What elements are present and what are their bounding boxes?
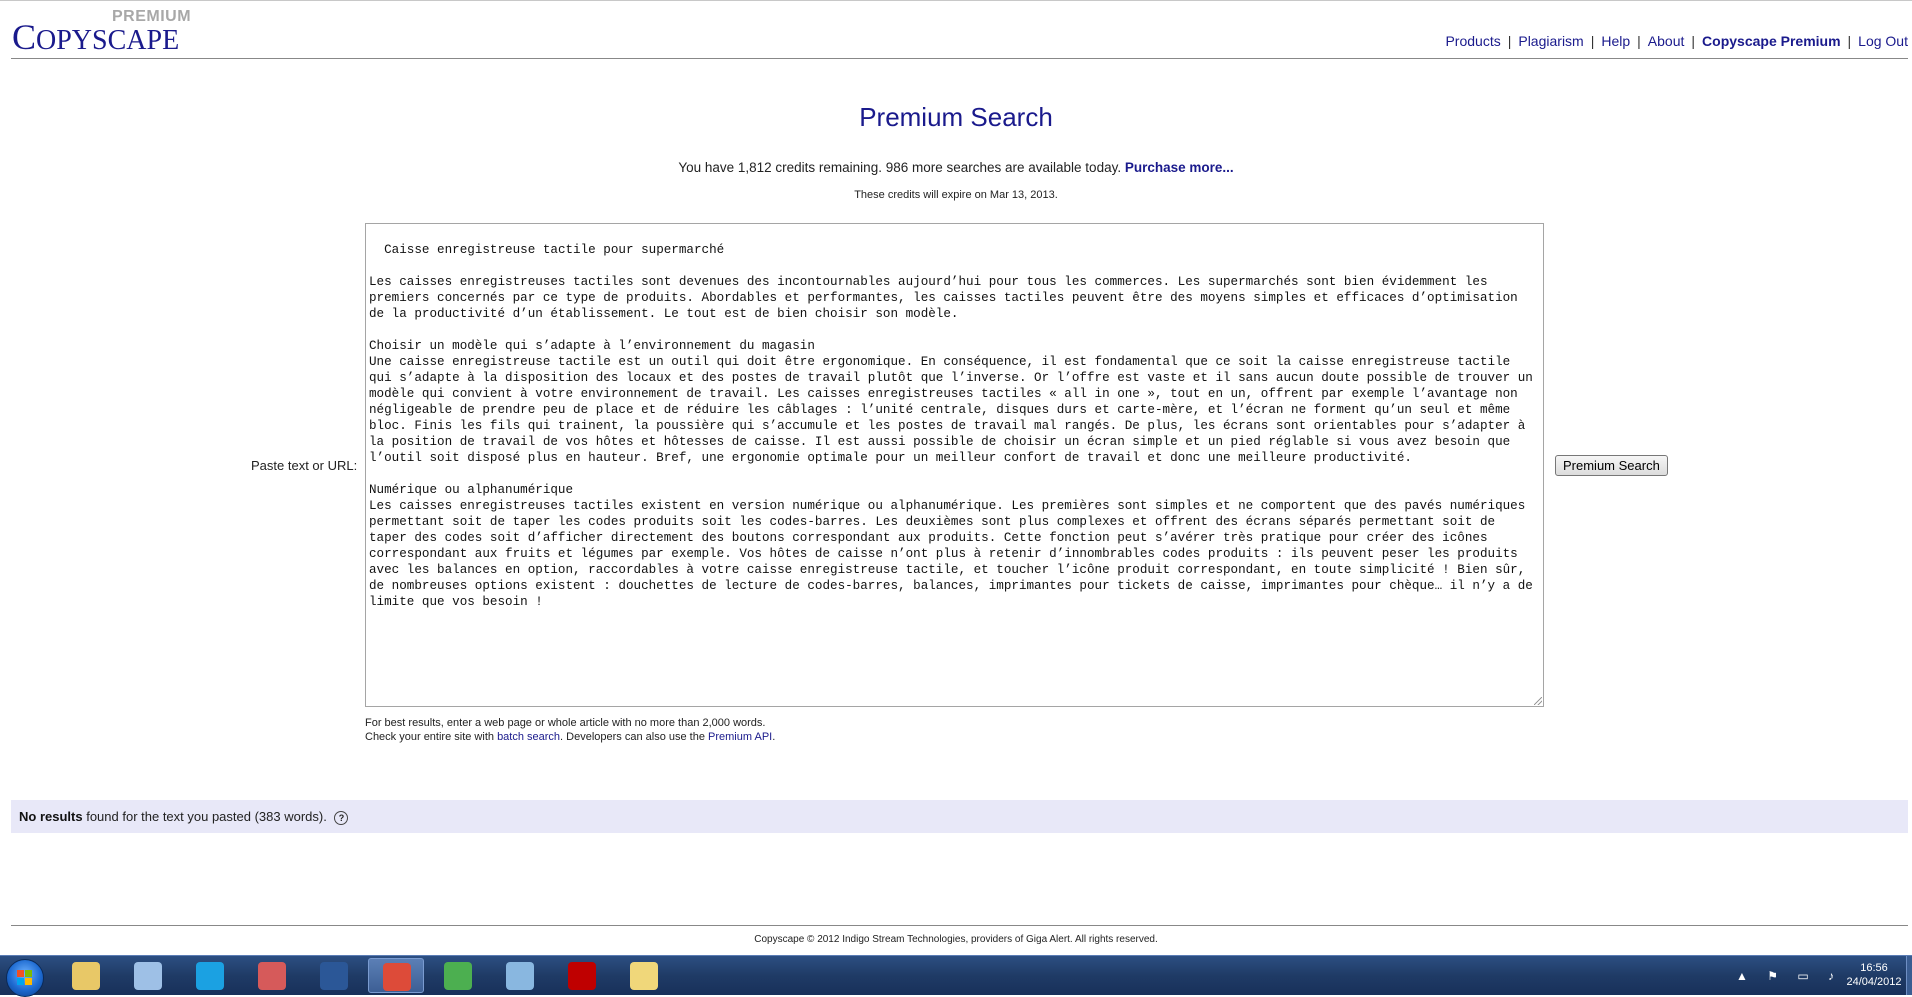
nav-about[interactable]: About	[1648, 33, 1685, 49]
taskbar-app-folder[interactable]	[616, 958, 672, 993]
hint-best-results: For best results, enter a web page or wh…	[365, 717, 766, 729]
show-desktop-button[interactable]	[1906, 956, 1912, 995]
system-tray[interactable]: ▲ ⚑ ▭ ♪	[1736, 969, 1842, 983]
taskbar-app-snipping-tool[interactable]	[244, 958, 300, 993]
mail-icon	[134, 962, 162, 990]
credits-text: You have 1,812 credits remaining. 986 mo…	[678, 160, 1122, 175]
batch-search-link[interactable]: batch search	[497, 731, 560, 743]
header-divider	[11, 58, 1908, 59]
help-question-icon[interactable]: ?	[334, 810, 349, 825]
footer-divider	[11, 925, 1908, 926]
notepad-icon	[506, 962, 534, 990]
nav-separator: |	[1637, 33, 1641, 49]
taskbar-clock[interactable]: 16:56 24/04/2012	[1844, 961, 1904, 989]
nav-plagiarism[interactable]: Plagiarism	[1518, 33, 1583, 49]
no-results-label: No results	[19, 809, 83, 824]
premium-api-link[interactable]: Premium API	[708, 731, 772, 743]
paste-text-value: Caisse enregistreuse tactile pour superm…	[369, 243, 1533, 609]
skype-icon	[196, 962, 224, 990]
results-text: found for the text you pasted (383 words…	[86, 809, 327, 824]
logo-rest: OPYSCAPE	[36, 25, 180, 56]
snipping-tool-icon	[258, 962, 286, 990]
resize-grip-icon[interactable]	[1534, 697, 1542, 705]
nav-products[interactable]: Products	[1445, 33, 1500, 49]
folder-icon	[630, 962, 658, 990]
top-border	[0, 0, 1912, 1]
taskbar-app-explorer[interactable]	[58, 958, 114, 993]
logo-premium-tag: PREMIUM	[112, 8, 192, 25]
taskbar-app-chrome[interactable]	[368, 958, 424, 993]
copyscape-logo[interactable]: COPYSCAPE PREMIUM	[12, 8, 212, 58]
word-icon	[320, 962, 348, 990]
credits-info: You have 1,812 credits remaining. 986 mo…	[0, 160, 1912, 175]
taskbar-app-notepad[interactable]	[492, 958, 548, 993]
spreadsheet-icon	[444, 962, 472, 990]
hint-text: Check your entire site with	[365, 731, 494, 743]
taskbar-app-mail[interactable]	[120, 958, 176, 993]
logo-initial: C	[12, 17, 37, 57]
nav-log-out[interactable]: Log Out	[1858, 33, 1908, 49]
clock-time: 16:56	[1860, 962, 1888, 974]
hint-text: .	[772, 731, 776, 743]
nav-separator: |	[1691, 33, 1696, 49]
nav-help[interactable]: Help	[1601, 33, 1630, 49]
nav-separator: |	[1847, 33, 1852, 49]
top-nav: Products | Plagiarism | Help | About | Copyscape…	[1445, 33, 1908, 49]
premium-search-button[interactable]: Premium Search	[1555, 455, 1668, 476]
hint-text: . Developers can also use the	[560, 731, 705, 743]
windows-logo-icon	[17, 970, 33, 986]
start-button[interactable]	[6, 959, 44, 997]
purchase-more-link[interactable]: Purchase more...	[1125, 160, 1234, 175]
nav-copyscape-premium[interactable]: Copyscape Premium	[1702, 33, 1841, 49]
filezilla-icon	[568, 962, 596, 990]
paste-text-input[interactable]: Caisse enregistreuse tactile pour superm…	[365, 223, 1544, 707]
taskbar-app-skype[interactable]	[182, 958, 238, 993]
explorer-icon	[72, 962, 100, 990]
credits-expiry: These credits will expire on Mar 13, 201…	[854, 189, 1058, 201]
chrome-icon	[383, 963, 411, 991]
taskbar-app-spreadsheet[interactable]	[430, 958, 486, 993]
windows-taskbar: ▲ ⚑ ▭ ♪ 16:56 24/04/2012	[0, 955, 1912, 997]
results-bar: No results found for the text you pasted…	[11, 800, 1908, 833]
footer-copyright: Copyscape © 2012 Indigo Stream Technolog…	[754, 934, 1158, 945]
clock-date: 24/04/2012	[1846, 976, 1902, 988]
hint-batch-api: Check your entire site with batch search…	[365, 731, 775, 743]
page-title: Premium Search	[859, 102, 1053, 132]
nav-separator: |	[1507, 33, 1512, 49]
taskbar-app-filezilla[interactable]	[554, 958, 610, 993]
taskbar-app-word[interactable]	[306, 958, 362, 993]
paste-label: Paste text or URL:	[251, 458, 358, 473]
nav-separator: |	[1590, 33, 1595, 49]
